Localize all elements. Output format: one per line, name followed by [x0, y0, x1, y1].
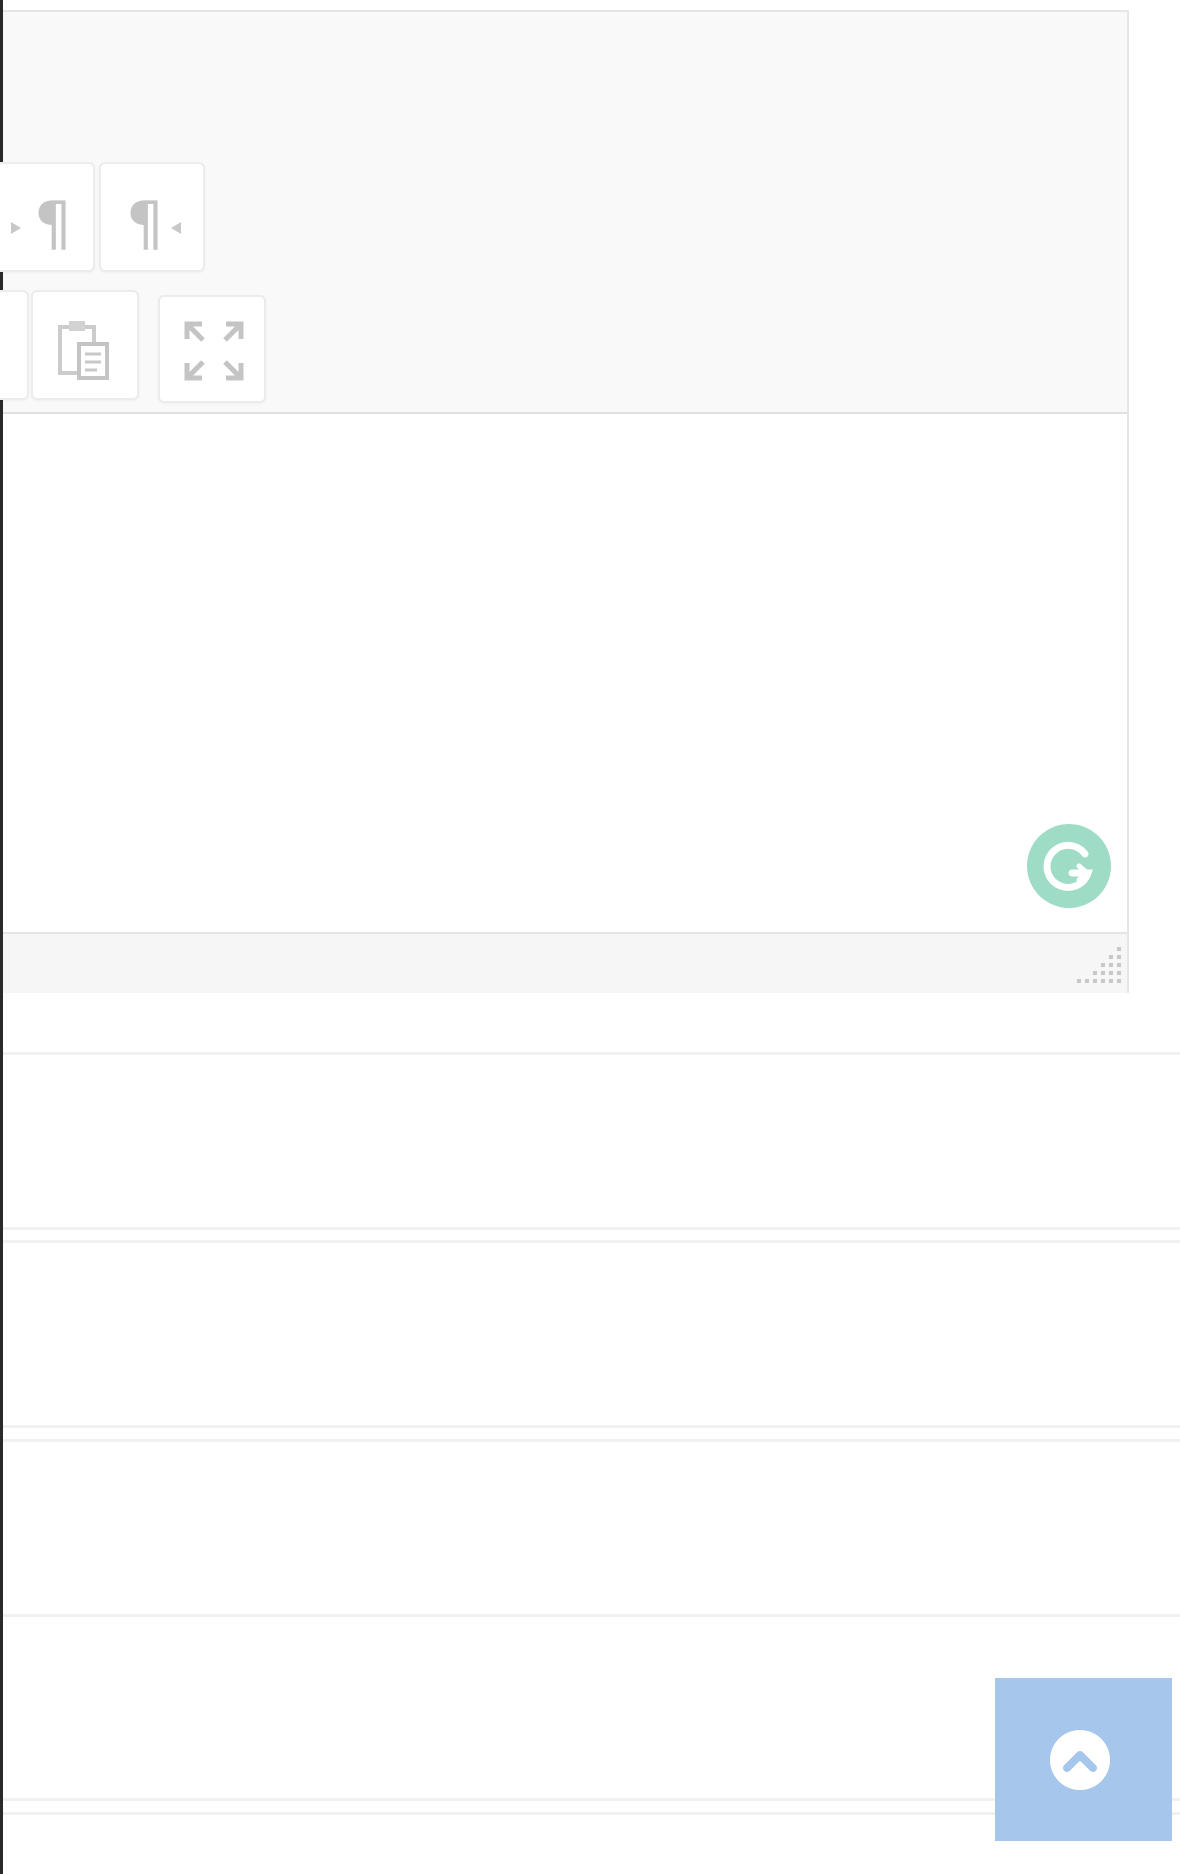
row-divider	[3, 1425, 1180, 1428]
editor-toolbar: ¶ ¶	[0, 12, 1127, 414]
editor-statusbar	[3, 932, 1127, 993]
rtl-paragraph-icon: ¶	[126, 189, 181, 259]
rtl-paragraph-button[interactable]: ¶	[99, 162, 205, 272]
paste-from-word-icon	[58, 321, 109, 380]
row-divider	[3, 1439, 1180, 1442]
paste-from-word-button[interactable]	[31, 290, 139, 400]
row-divider	[3, 1240, 1180, 1243]
row-divider	[3, 1614, 1180, 1617]
svg-text:¶: ¶	[34, 189, 72, 259]
svg-text:¶: ¶	[126, 189, 164, 259]
row-divider	[3, 1227, 1180, 1230]
ltr-paragraph-icon: ¶	[11, 189, 72, 259]
fullscreen-button[interactable]	[158, 295, 266, 403]
scroll-to-top-button[interactable]	[995, 1678, 1172, 1841]
row-divider	[3, 1052, 1180, 1055]
toolbar-button-partial[interactable]	[0, 290, 29, 400]
chevron-up-icon	[1063, 1751, 1097, 1772]
resize-grip-icon[interactable]	[1071, 941, 1125, 991]
ltr-paragraph-button[interactable]: ¶	[0, 162, 95, 272]
grammarly-button[interactable]	[1027, 824, 1111, 908]
fullscreen-icon	[184, 321, 244, 381]
editor-content-area[interactable]	[3, 414, 1127, 932]
grammarly-icon	[1043, 841, 1093, 891]
rich-text-editor: ¶ ¶	[0, 10, 1129, 993]
